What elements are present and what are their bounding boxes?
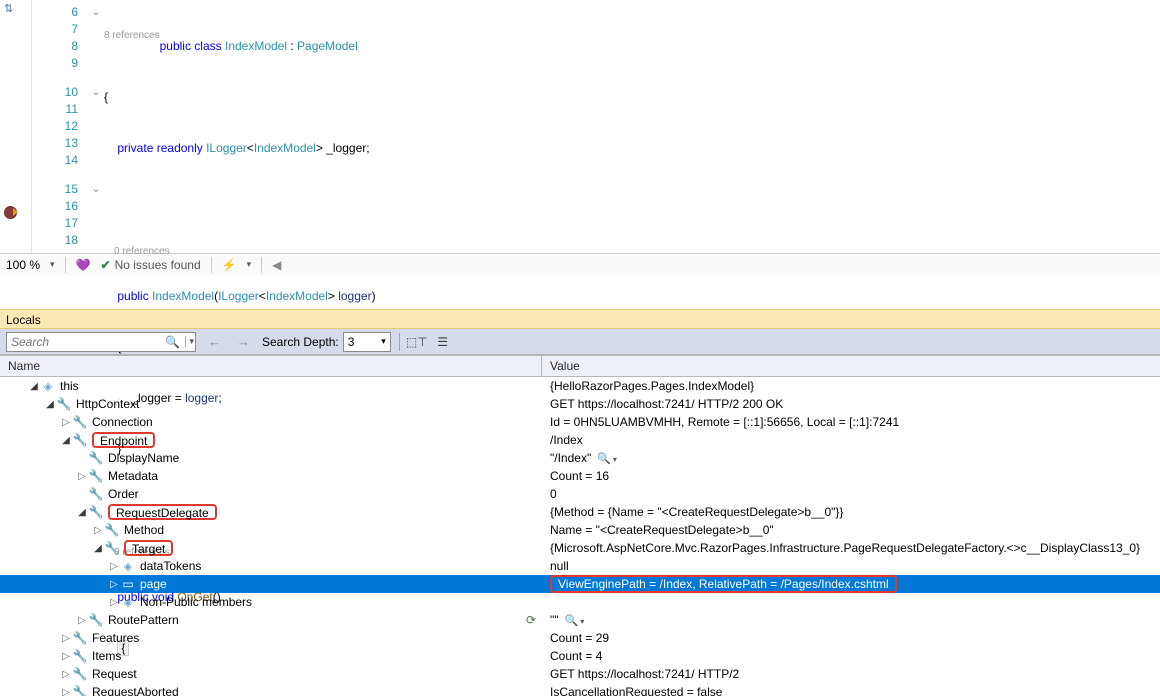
expander-closed-icon[interactable]: ▷ [60,633,72,644]
zoom-level[interactable]: 100 % [6,258,40,272]
wrench-icon: 🔧 [88,486,104,502]
codelens-references[interactable]: 0 references [114,246,170,257]
fold-toggle[interactable]: ⌄ [88,181,104,198]
line-number: 17 [32,215,78,232]
codelens-references[interactable]: 8 references [104,30,160,41]
wrench-icon: 🔧 [88,468,104,484]
locals-search: 🔍 ▾ [6,332,196,352]
fold-gutter: ⌄ ⌄ ⌄ [88,0,104,253]
expander-closed-icon[interactable]: ▷ [60,651,72,662]
variable-name: Metadata [108,469,158,483]
expander-closed-icon[interactable]: ▷ [60,669,72,680]
variable-name: HttpContext [76,397,139,411]
line-number: 18 [32,232,78,249]
wrench-icon: 🔧 [88,612,104,628]
line-number: 7 [32,21,78,38]
variable-name: dataTokens [140,559,201,573]
code-editor-pane: ⇅ 6 7 8 9 10 11 12 13 14 15 16 17 18 ⌄ ⌄… [0,0,1160,253]
line-number: 8 [32,38,78,55]
line-number: 9 [32,55,78,72]
wrench-icon: 🔧 [72,432,88,448]
variable-name: Features [92,631,139,645]
variable-name: Items [92,649,121,663]
variable-name: Request [92,667,137,681]
variable-name: DisplayName [108,451,179,465]
refresh-icon[interactable]: ⟳ [526,613,536,627]
line-number: 10 [32,84,78,101]
variable-name: this [60,379,79,393]
fold-toggle[interactable]: ⌄ [88,84,104,101]
expander-closed-icon[interactable]: ▷ [92,525,104,536]
wrench-icon: 🔧 [72,684,88,696]
variable-name: Target [132,542,165,556]
expander-open-icon[interactable]: ◢ [60,435,72,446]
wrench-icon: 🔧 [56,396,72,412]
track-changes-icon[interactable]: ⇅ [4,2,13,15]
wrench-icon: 🔧 [88,504,104,520]
field-icon: ◈ [120,558,136,574]
variable-name: Endpoint [100,434,147,448]
expander-open-icon[interactable]: ◢ [28,381,40,392]
wrench-icon: 🔧 [88,450,104,466]
line-number-gutter: 6 7 8 9 10 11 12 13 14 15 16 17 18 [32,0,88,253]
expander-closed-icon[interactable]: ▷ [60,417,72,428]
variable-name: Method [124,523,164,537]
expander-closed-icon[interactable]: ▷ [76,615,88,626]
wrench-icon: 🔧 [72,666,88,682]
variable-name: Non-Public members [140,595,252,609]
search-dropdown-icon[interactable]: ▾ [185,336,194,347]
wrench-icon: 🔧 [104,522,120,538]
line-number: 11 [32,101,78,118]
line-number: 13 [32,135,78,152]
expander-open-icon[interactable]: ◢ [76,507,88,518]
variable-name: page [140,577,167,591]
line-number: 12 [32,118,78,135]
expander-closed-icon[interactable]: ▷ [76,471,88,482]
wrench-icon: 🔧 [104,540,120,556]
search-icon[interactable]: 🔍 [165,335,180,349]
wrench-icon: 🔧 [72,648,88,664]
line-number: 14 [32,152,78,169]
breakpoint-current-line[interactable] [4,206,17,219]
expander-closed-icon[interactable]: ▷ [108,597,120,608]
variable-name: RequestAborted [92,685,179,696]
expander-closed-icon[interactable]: ▷ [60,687,72,696]
expander-closed-icon[interactable]: ▷ [108,561,120,572]
expander-closed-icon[interactable]: ▷ [108,579,120,590]
page-icon: ▭ [120,576,136,592]
field-icon: ◈ [40,378,56,394]
expander-open-icon[interactable]: ◢ [92,543,104,554]
fold-toggle[interactable]: ⌄ [88,4,104,21]
wrench-icon: 🔧 [72,414,88,430]
editor-margin: ⇅ [0,0,32,253]
line-number: 15 [32,181,78,198]
variable-name: Order [108,487,139,501]
line-number: 16 [32,198,78,215]
zoom-dropdown-icon[interactable]: ▾ [50,259,55,270]
variable-name: RoutePattern [108,613,179,627]
field-icon: ◈ [120,594,136,610]
code-text-area[interactable]: 8 referencespublic class IndexModel : Pa… [104,0,1160,253]
line-number: 6 [32,4,78,21]
health-indicator-icon[interactable]: 💜 [76,258,91,272]
variable-name: RequestDelegate [116,506,209,520]
expander-open-icon[interactable]: ◢ [44,399,56,410]
variable-name: Connection [92,415,153,429]
wrench-icon: 🔧 [72,630,88,646]
